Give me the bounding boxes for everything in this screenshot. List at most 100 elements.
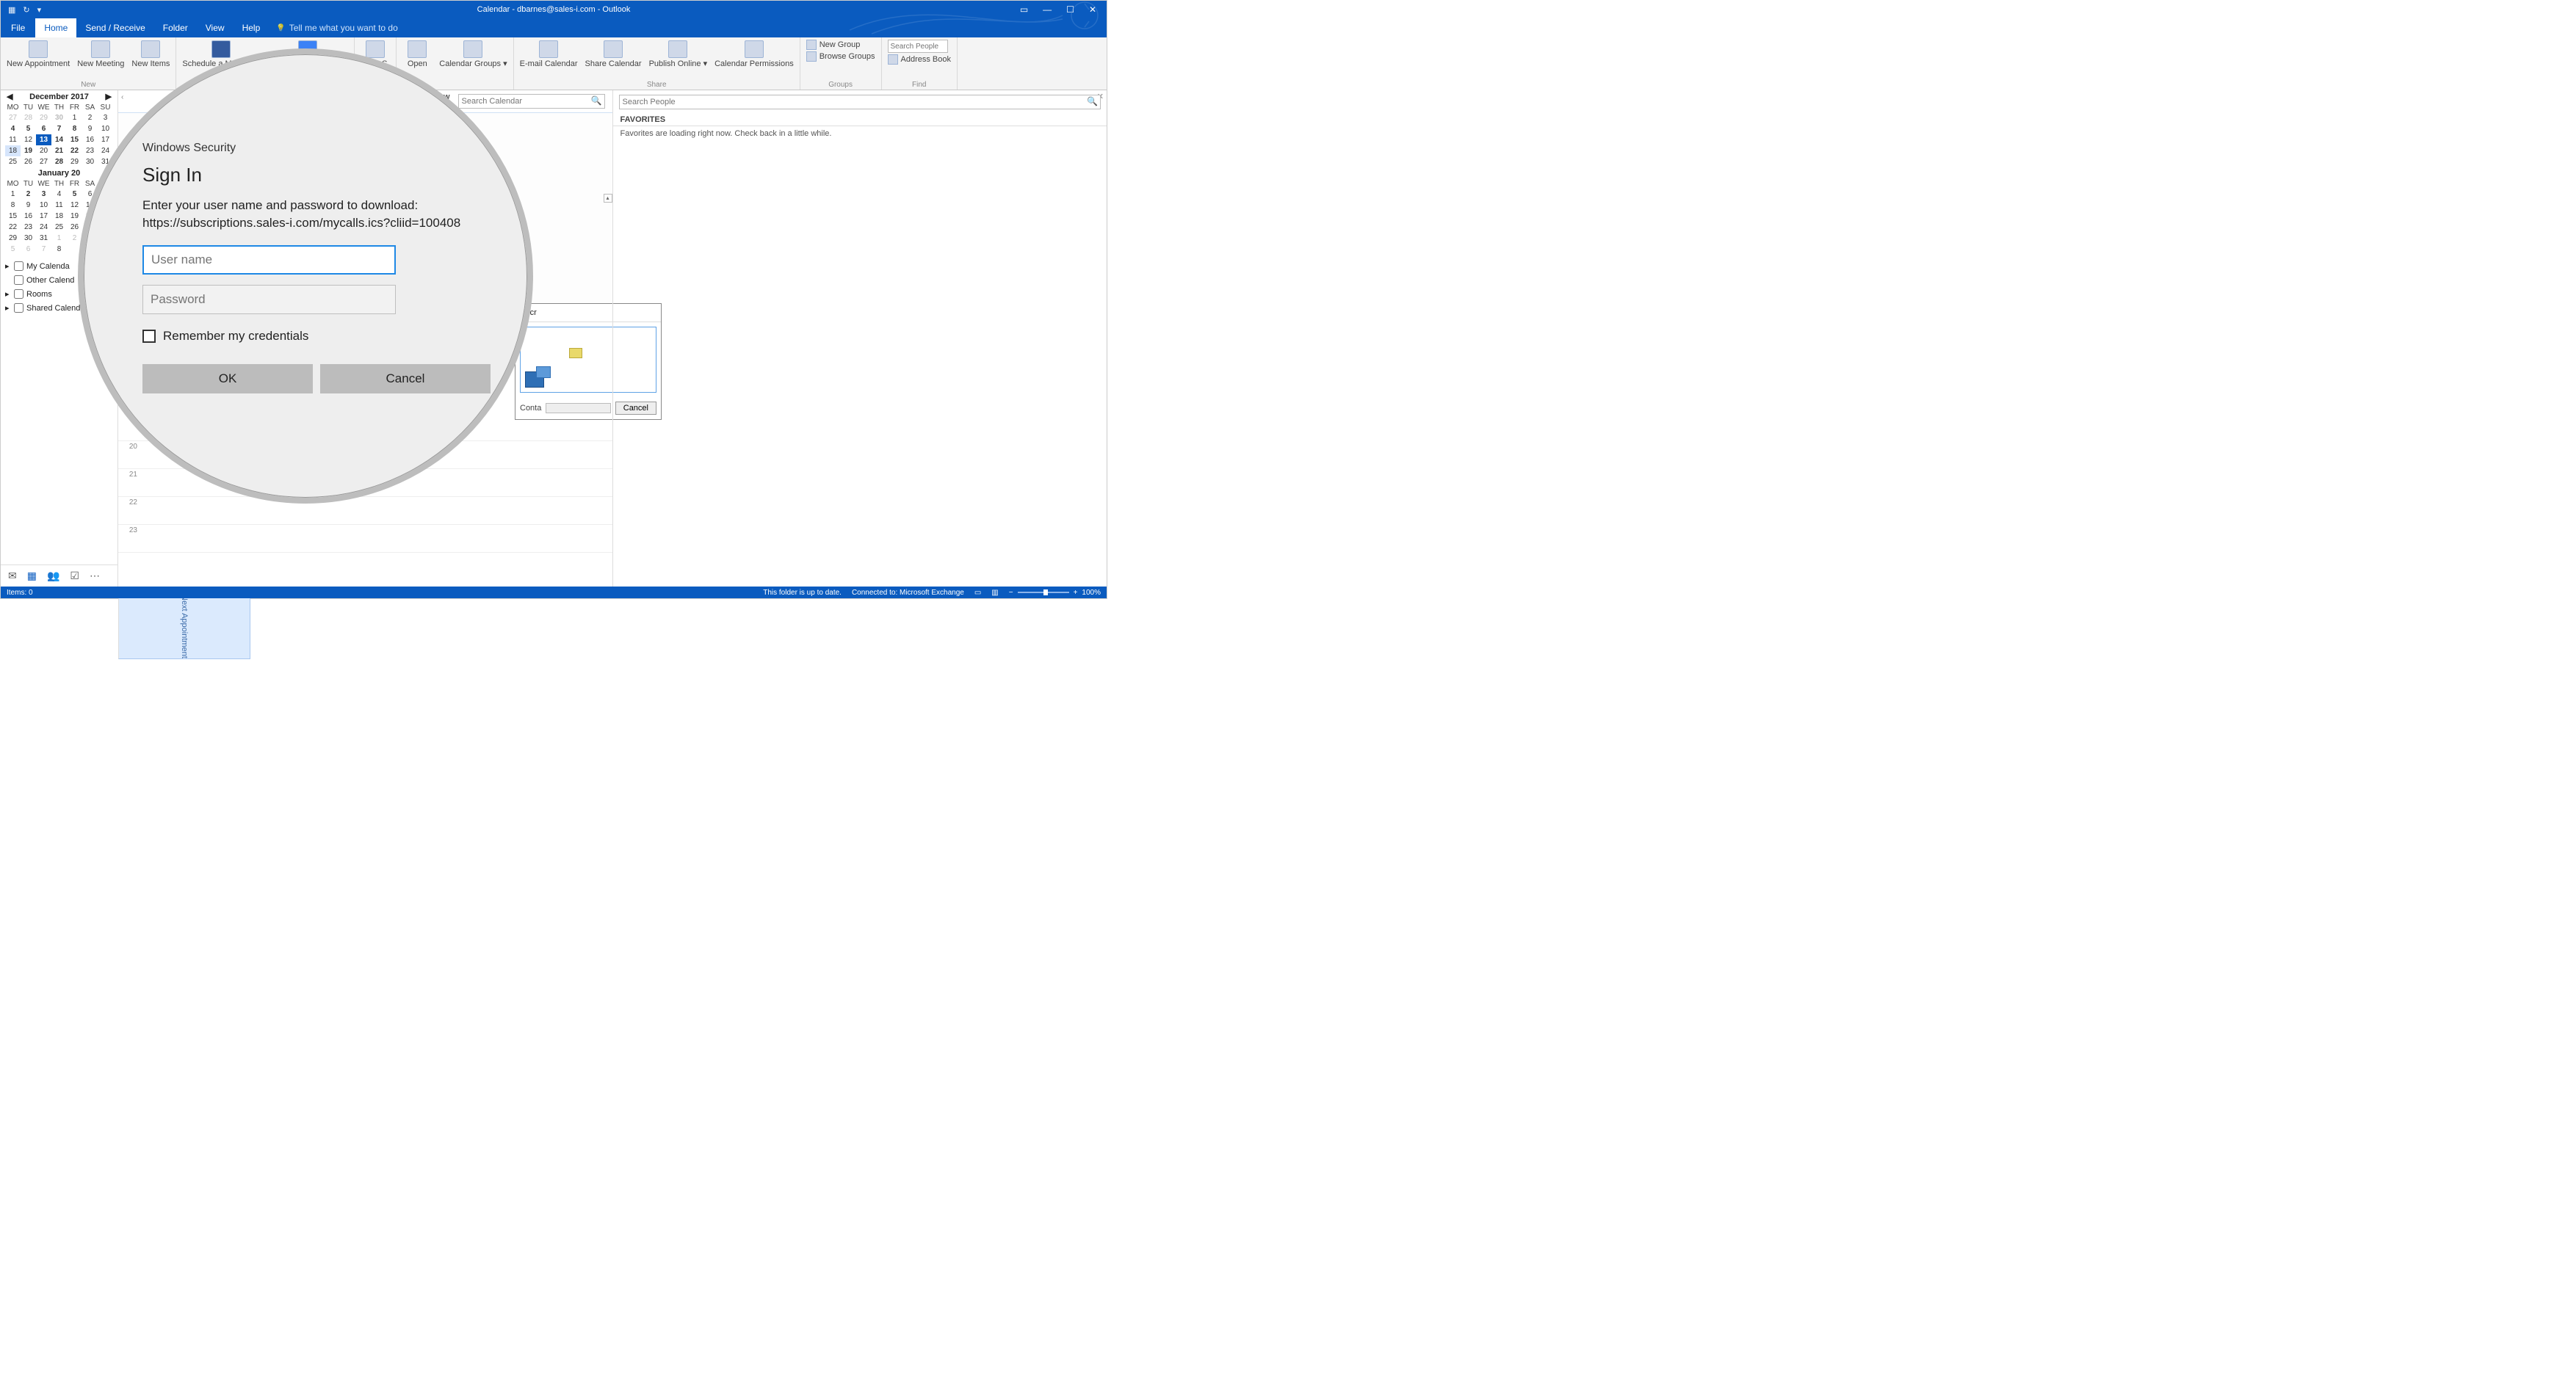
browse-groups-button[interactable]: Browse Groups [805, 51, 877, 62]
zoom-level: 100% [1082, 589, 1101, 597]
navigation-bar: ✉ ▦ 👥 ☑ ⋯ [1, 565, 117, 587]
new-items-button[interactable]: New Items [130, 39, 171, 70]
new-appointment-button[interactable]: New Appointment [5, 39, 71, 70]
minimize-icon[interactable]: — [1043, 4, 1052, 15]
view-reading-icon[interactable]: ▥ [991, 589, 998, 597]
password-input[interactable] [142, 285, 396, 314]
search-people-right-input[interactable] [619, 95, 1101, 109]
remember-credentials-row[interactable]: Remember my credentials [142, 324, 517, 364]
group-find-label: Find [912, 80, 926, 90]
zoom-control[interactable]: − + 100% [1009, 589, 1101, 597]
mail-icon[interactable]: ✉ [8, 570, 17, 582]
qat-customize-icon[interactable]: ▾ [37, 5, 42, 15]
favorites-header: FAVORITES [613, 114, 1107, 126]
tab-file[interactable]: File [1, 18, 35, 37]
prev-month-icon[interactable]: ◀ [7, 92, 12, 101]
remember-label: Remember my credentials [163, 329, 308, 344]
calendar-permissions-button[interactable]: Calendar Permissions [713, 39, 795, 70]
window-title: Calendar - dbarnes@sales-i.com - Outlook [477, 5, 631, 14]
permissions-icon [745, 40, 764, 58]
ribbon-display-icon[interactable]: ▭ [1020, 4, 1028, 15]
calendar-groups-button[interactable]: Calendar Groups ▾ [438, 39, 508, 70]
tab-help[interactable]: Help [234, 18, 269, 37]
month1-title: December 2017 [29, 92, 89, 101]
zoom-in-icon[interactable]: + [1074, 589, 1078, 597]
username-input[interactable] [142, 245, 396, 275]
ribbon-tabs: File Home Send / Receive Folder View Hel… [1, 18, 1107, 37]
status-connection: Connected to: Microsoft Exchange [852, 589, 964, 597]
favorites-loading-msg: Favorites are loading right now. Check b… [613, 126, 1107, 141]
share-calendar-button[interactable]: Share Calendar [584, 39, 643, 70]
email-icon [539, 40, 558, 58]
maximize-icon[interactable]: ☐ [1066, 4, 1074, 15]
search-icon[interactable]: 🔍 [1087, 96, 1098, 106]
open-calendar-button[interactable]: Open [401, 39, 433, 70]
zoom-out-icon[interactable]: − [1009, 589, 1013, 597]
right-pane: ✕ 🔍 FAVORITES Favorites are loading righ… [612, 90, 1107, 587]
ribbon: New Appointment New Meeting New Items Ne… [1, 37, 1107, 90]
calendar-file-icon [525, 371, 544, 388]
dialog-title: Windows Security [142, 139, 517, 159]
qat-undo-icon[interactable]: ↻ [23, 5, 29, 15]
new-items-icon [141, 40, 160, 58]
people-icon[interactable]: 👥 [47, 570, 59, 582]
tab-send-receive[interactable]: Send / Receive [76, 18, 153, 37]
my-calendars-checkbox[interactable] [14, 261, 23, 271]
month-nav-1: ◀ December 2017 ▶ [1, 90, 117, 103]
zoom-schedule-icon [211, 40, 231, 58]
collapse-nav-icon[interactable]: ‹ [121, 93, 123, 101]
subscribe-contains-label: Conta [520, 404, 541, 413]
folder-icon [569, 348, 582, 358]
skype-icon [366, 40, 385, 58]
meeting-icon [91, 40, 110, 58]
publish-online-button[interactable]: Publish Online ▾ [648, 39, 709, 70]
tab-view[interactable]: View [197, 18, 234, 37]
search-people-icon [806, 51, 817, 62]
calendar-icon [29, 40, 48, 58]
close-icon[interactable]: ✕ [1089, 4, 1096, 15]
tell-me-search[interactable]: Tell me what you want to do [269, 18, 398, 37]
month2-title: January 20 [38, 169, 80, 178]
status-uptodate: This folder is up to date. [763, 589, 842, 597]
address-book-icon [888, 54, 898, 65]
search-calendar-input[interactable] [458, 94, 605, 109]
view-normal-icon[interactable]: ▭ [974, 589, 981, 597]
tab-folder[interactable]: Folder [154, 18, 197, 37]
other-calendars-checkbox[interactable] [14, 275, 23, 285]
open-icon [408, 40, 427, 58]
mini-calendar-1[interactable]: MOTUWETHFRSASU27282930123456789101112131… [1, 103, 117, 167]
tab-home[interactable]: Home [35, 18, 76, 37]
dialog-message: Enter your user name and password to dow… [142, 197, 517, 245]
publish-icon [668, 40, 687, 58]
group-share-label: Share [647, 80, 667, 90]
ok-button[interactable]: OK [142, 364, 313, 393]
title-bar: ▦ ↻ ▾ Calendar - dbarnes@sales-i.com - O… [1, 1, 1107, 18]
rooms-checkbox[interactable] [14, 289, 23, 299]
new-meeting-button[interactable]: New Meeting [76, 39, 126, 70]
share-icon [604, 40, 623, 58]
address-book-button[interactable]: Address Book [886, 54, 952, 65]
magnifier-lens: Windows Security Sign In Enter your user… [78, 48, 533, 504]
search-icon[interactable]: 🔍 [591, 95, 602, 106]
group-groups-label: Groups [828, 80, 853, 90]
email-calendar-button[interactable]: E-mail Calendar [518, 39, 579, 70]
scroll-up-icon[interactable]: ▴ [604, 194, 612, 203]
search-people-input[interactable] [888, 40, 948, 53]
next-month-icon[interactable]: ▶ [106, 92, 112, 101]
cancel-button[interactable]: Cancel [320, 364, 491, 393]
search-people-ribbon[interactable] [886, 39, 949, 54]
new-group-button[interactable]: New Group [805, 39, 862, 51]
calendar-nav-icon[interactable]: ▦ [27, 570, 37, 582]
qat-outlook-icon[interactable]: ▦ [8, 5, 15, 15]
calendar-groups-icon [463, 40, 482, 58]
people-plus-icon [806, 40, 817, 50]
subscribe-progress-bar [546, 403, 610, 413]
status-bar: Items: 0 This folder is up to date. Conn… [1, 587, 1107, 598]
more-nav-icon[interactable]: ⋯ [90, 570, 100, 582]
shared-calendars-checkbox[interactable] [14, 303, 23, 313]
group-new-label: New [81, 80, 95, 90]
remember-checkbox[interactable] [142, 330, 156, 343]
tasks-icon[interactable]: ☑ [70, 570, 79, 582]
next-appointment-tab[interactable]: Next Appointment [118, 593, 250, 659]
dialog-heading: Sign In [142, 159, 517, 197]
